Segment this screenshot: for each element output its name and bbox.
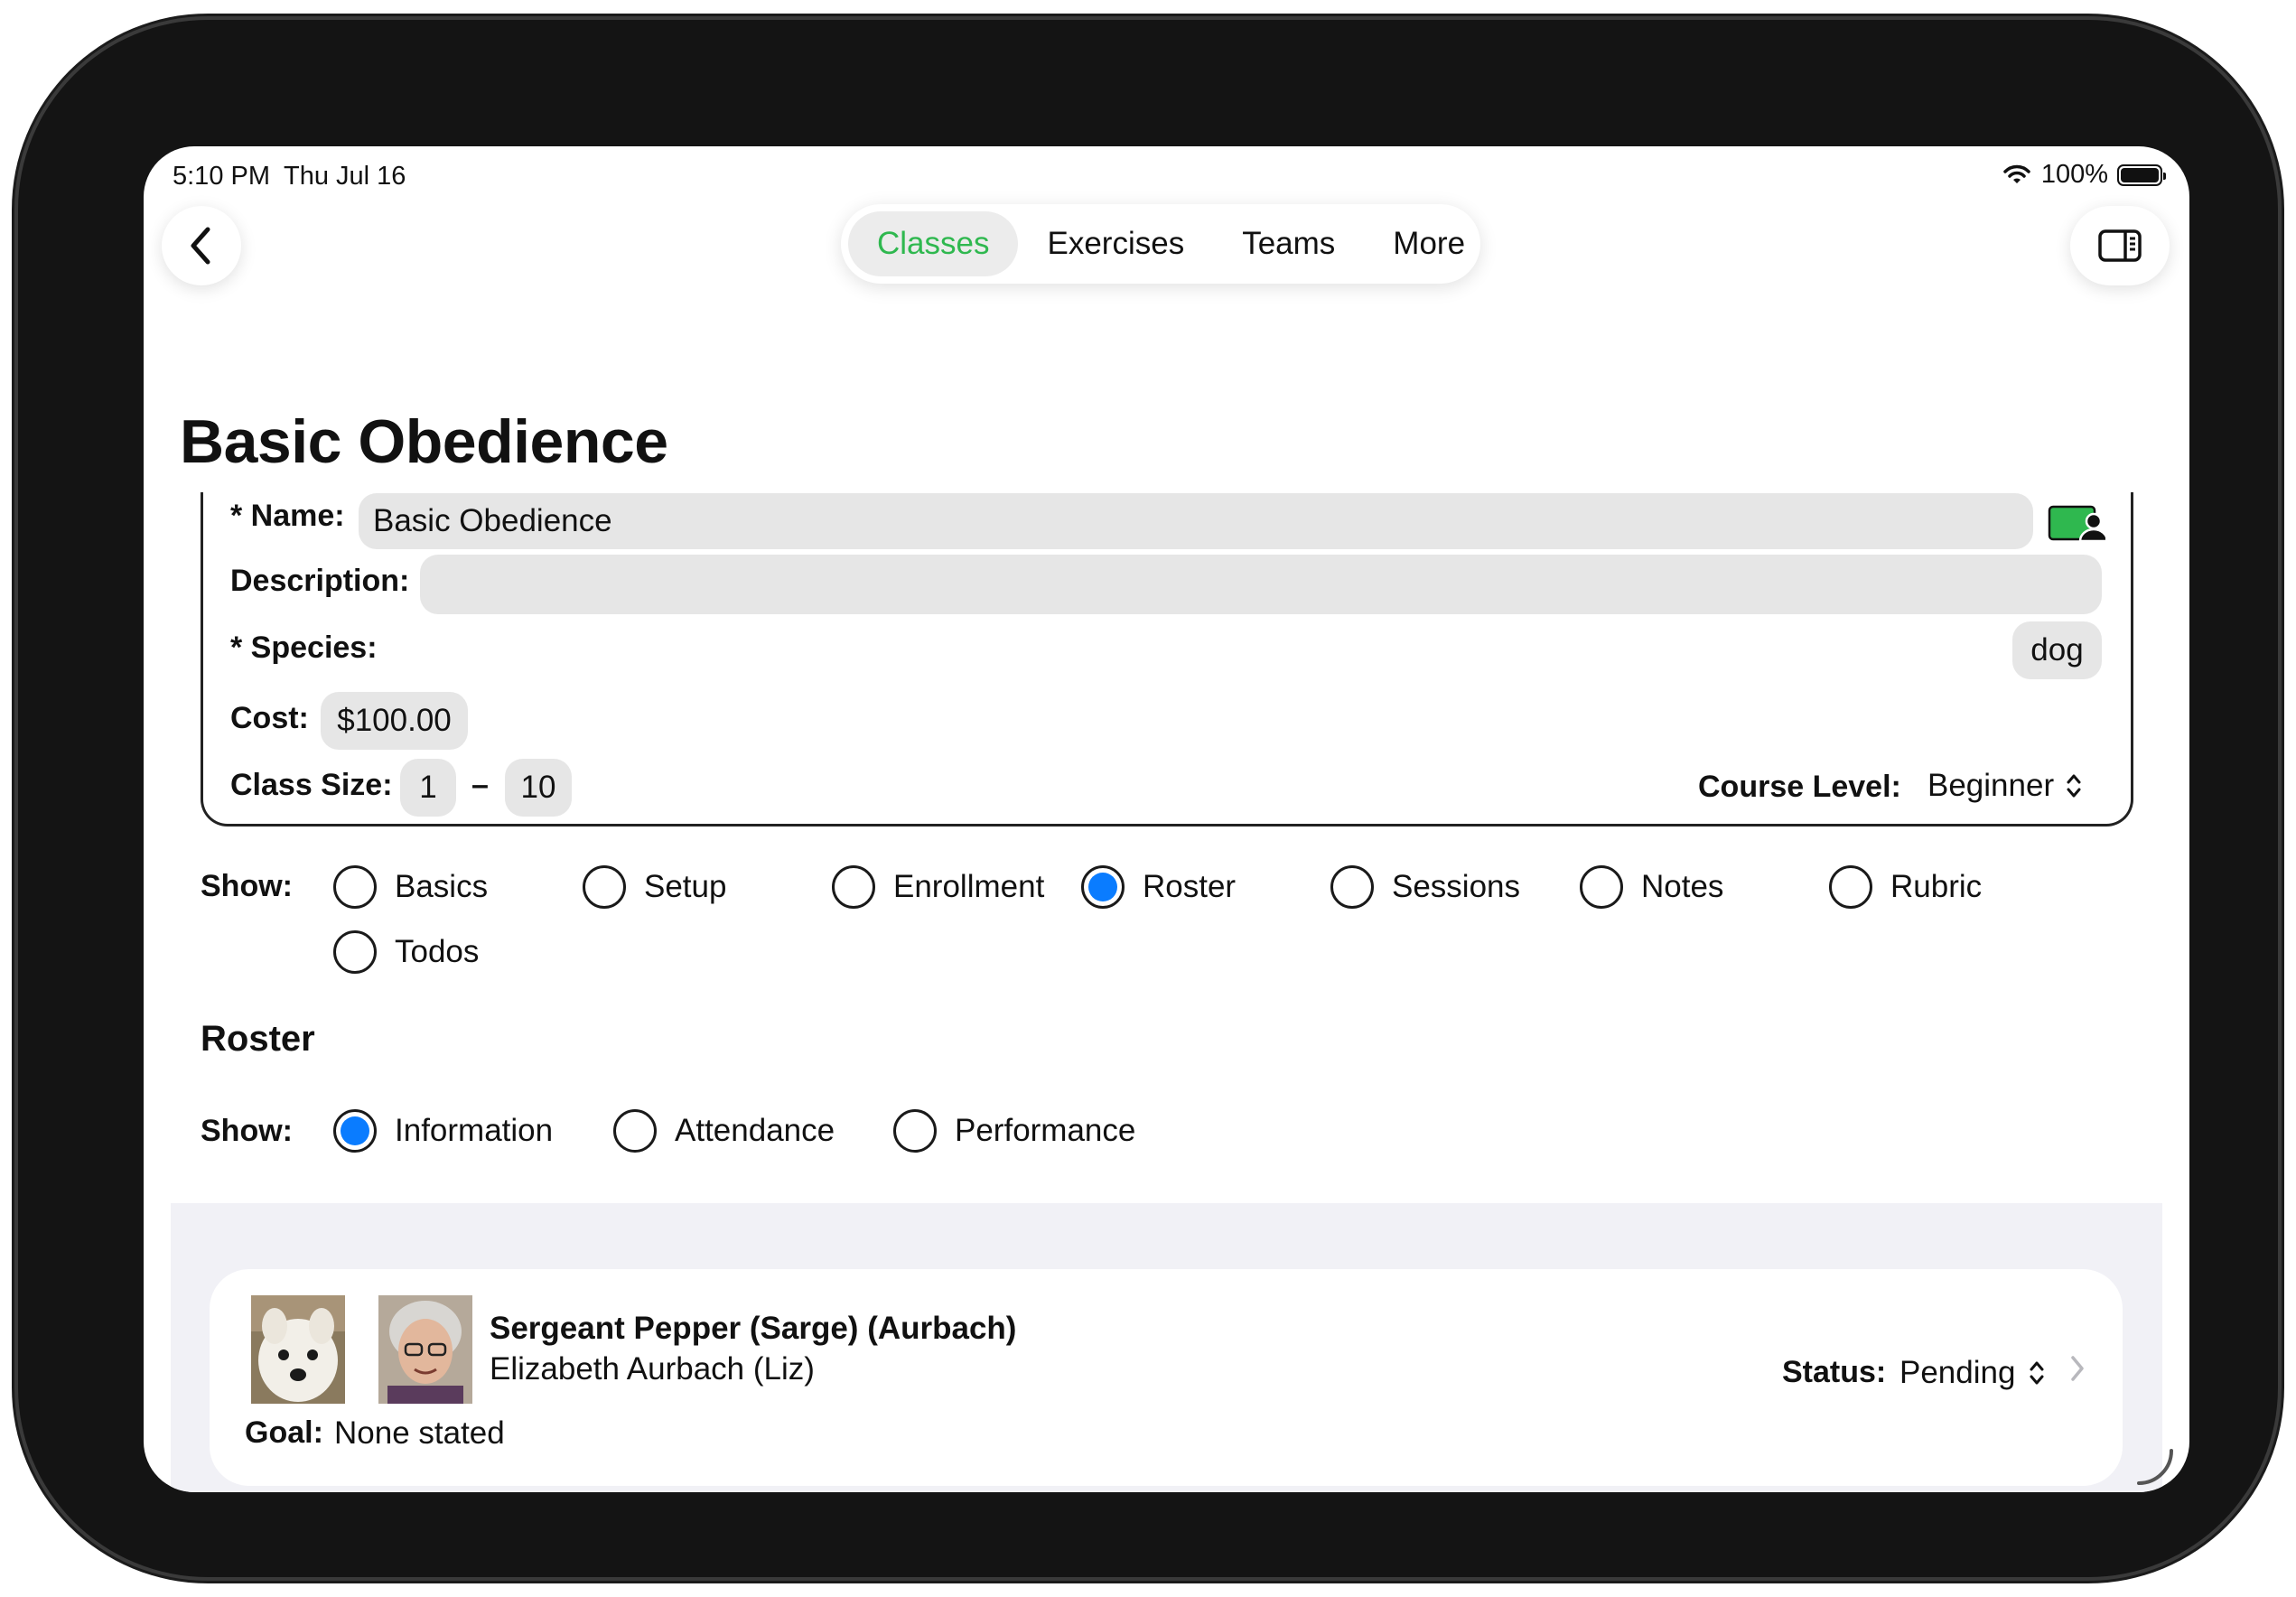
radio-setup[interactable]: Setup xyxy=(583,865,726,909)
class-size-max-field[interactable]: 10 xyxy=(505,759,572,817)
radio-circle-selected xyxy=(1081,865,1125,909)
roster-section-title: Roster xyxy=(201,1019,315,1059)
radio-label: Setup xyxy=(644,869,727,904)
name-label: * Name: xyxy=(230,499,345,533)
radio-performance[interactable]: Performance xyxy=(893,1109,1135,1153)
status-time: 5:10 PM xyxy=(173,162,270,191)
radio-attendance[interactable]: Attendance xyxy=(613,1109,835,1153)
radio-rubric[interactable]: Rubric xyxy=(1829,865,1982,909)
chevron-right-icon[interactable] xyxy=(2068,1353,2086,1388)
radio-circle xyxy=(1580,865,1623,909)
radio-circle xyxy=(1330,865,1374,909)
wifi-icon xyxy=(2003,164,2030,183)
radio-label: Performance xyxy=(955,1113,1136,1148)
radio-sessions[interactable]: Sessions xyxy=(1330,865,1520,909)
chevron-updown-icon xyxy=(2067,774,2081,798)
tab-classes[interactable]: Classes xyxy=(848,211,1019,276)
status-right: 100% xyxy=(2002,160,2166,190)
course-level-label: Course Level: xyxy=(1698,770,1901,804)
radio-label: Roster xyxy=(1143,869,1237,904)
roster-status-value: Pending xyxy=(1899,1355,2016,1390)
dog-photo xyxy=(251,1295,345,1404)
tab-bar: Classes Exercises Teams More xyxy=(841,204,1480,284)
show-sections-label: Show: xyxy=(201,869,293,903)
cost-label: Cost: xyxy=(230,701,309,735)
species-field[interactable]: dog xyxy=(2012,621,2102,679)
status-bar: 5:10 PM Thu Jul 16 100% xyxy=(144,146,2189,204)
class-size-separator: – xyxy=(471,768,489,802)
radio-notes[interactable]: Notes xyxy=(1580,865,1723,909)
roster-dog-name: Sergeant Pepper (Sarge) (Aurbach) xyxy=(490,1311,1017,1346)
description-field[interactable] xyxy=(420,555,2102,614)
back-button[interactable] xyxy=(162,206,241,285)
class-size-min-field[interactable]: 1 xyxy=(400,759,456,817)
radio-circle xyxy=(613,1109,657,1153)
radio-circle-selected xyxy=(333,1109,377,1153)
resize-handle-icon[interactable] xyxy=(2135,1447,2175,1491)
radio-information[interactable]: Information xyxy=(333,1109,553,1153)
radio-circle xyxy=(893,1109,937,1153)
ipad-frame: 5:10 PM Thu Jul 16 100% Classes Exercise… xyxy=(18,20,2278,1577)
battery-percent: 100% xyxy=(2040,160,2108,189)
radio-circle xyxy=(333,865,377,909)
description-label: Description: xyxy=(230,564,410,598)
page-title: Basic Obedience xyxy=(180,407,668,476)
roster-status-label: Status: xyxy=(1782,1355,1887,1389)
sidebar-toggle-button[interactable] xyxy=(2070,206,2170,285)
radio-label: Basics xyxy=(395,869,489,904)
cost-field[interactable]: $100.00 xyxy=(321,692,468,750)
course-level-value: Beginner xyxy=(1927,768,2055,803)
radio-circle xyxy=(832,865,875,909)
roster-status-picker[interactable]: Pending xyxy=(1899,1355,2046,1391)
status-date: Thu Jul 16 xyxy=(284,162,406,191)
chevron-left-icon xyxy=(191,227,210,265)
tab-teams[interactable]: Teams xyxy=(1213,211,1364,276)
radio-label: Enrollment xyxy=(893,869,1045,904)
class-size-label: Class Size: xyxy=(230,768,393,802)
roster-owner-name: Elizabeth Aurbach (Liz) xyxy=(490,1351,815,1387)
radio-label: Information xyxy=(395,1113,554,1148)
radio-label: Notes xyxy=(1641,869,1724,904)
radio-enrollment[interactable]: Enrollment xyxy=(832,865,1044,909)
radio-todos[interactable]: Todos xyxy=(333,930,479,974)
radio-label: Rubric xyxy=(1890,869,1983,904)
tab-exercises[interactable]: Exercises xyxy=(1018,211,1213,276)
radio-circle xyxy=(333,930,377,974)
radio-label: Attendance xyxy=(675,1113,835,1148)
radio-roster[interactable]: Roster xyxy=(1081,865,1236,909)
radio-circle xyxy=(583,865,626,909)
chevron-updown-icon xyxy=(2030,1361,2044,1385)
course-level-picker[interactable]: Beginner xyxy=(1927,768,2083,804)
sidebar-right-icon xyxy=(2098,229,2142,262)
roster-show-label: Show: xyxy=(201,1114,293,1148)
radio-label: Sessions xyxy=(1392,869,1521,904)
battery-icon xyxy=(2117,163,2166,186)
radio-label: Todos xyxy=(395,934,480,969)
tab-more[interactable]: More xyxy=(1364,211,1494,276)
roster-goal-value: None stated xyxy=(334,1415,505,1451)
contact-card-icon[interactable] xyxy=(2048,503,2109,547)
radio-circle xyxy=(1829,865,1872,909)
radio-basics[interactable]: Basics xyxy=(333,865,488,909)
species-label: * Species: xyxy=(230,630,378,665)
roster-goal-label: Goal: xyxy=(245,1415,323,1450)
name-field[interactable]: Basic Obedience xyxy=(359,493,2033,549)
screen: 5:10 PM Thu Jul 16 100% Classes Exercise… xyxy=(144,146,2189,1492)
owner-photo xyxy=(378,1295,472,1404)
